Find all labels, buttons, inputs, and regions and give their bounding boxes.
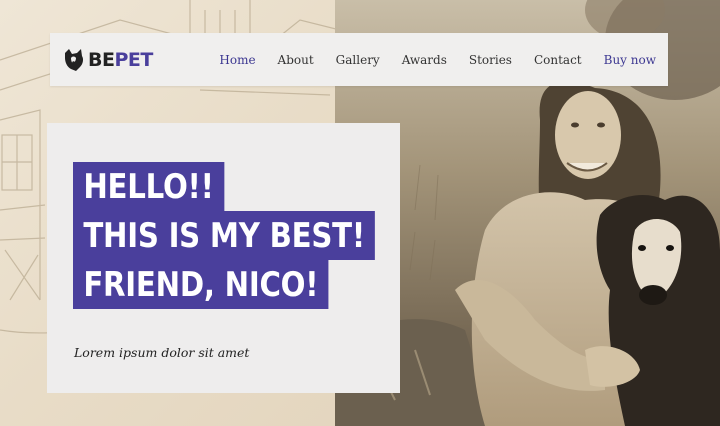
nav-item-stories[interactable]: Stories	[458, 53, 523, 67]
hero-headline: HELLO!! THIS IS MY BEST! FRIEND, NICO!	[73, 162, 376, 309]
headline-line: HELLO!!	[73, 162, 225, 211]
hero-subtitle: Lorem ipsum dolor sit amet	[74, 345, 250, 360]
nav-item-about[interactable]: About	[267, 53, 325, 67]
dog-head-icon	[65, 48, 84, 71]
buy-now-link[interactable]: Buy now	[593, 53, 656, 67]
brand-name-prefix: BE	[88, 48, 115, 71]
nav-item-contact[interactable]: Contact	[523, 53, 593, 67]
headline-line: FRIEND, NICO!	[73, 260, 329, 309]
brand-name-suffix: PET	[114, 48, 153, 71]
headline-line: THIS IS MY BEST!	[73, 211, 376, 260]
hero-card: HELLO!! THIS IS MY BEST! FRIEND, NICO! L…	[47, 123, 400, 393]
brand-logo[interactable]: BEPET	[62, 47, 153, 73]
top-navigation-bar: BEPET Home About Gallery Awards Stories …	[50, 33, 668, 86]
brand-name: BEPET	[88, 49, 153, 71]
main-menu: Home About Gallery Awards Stories Contac…	[208, 53, 656, 67]
nav-item-home[interactable]: Home	[208, 53, 266, 67]
nav-item-gallery[interactable]: Gallery	[325, 53, 391, 67]
nav-item-awards[interactable]: Awards	[391, 53, 458, 67]
